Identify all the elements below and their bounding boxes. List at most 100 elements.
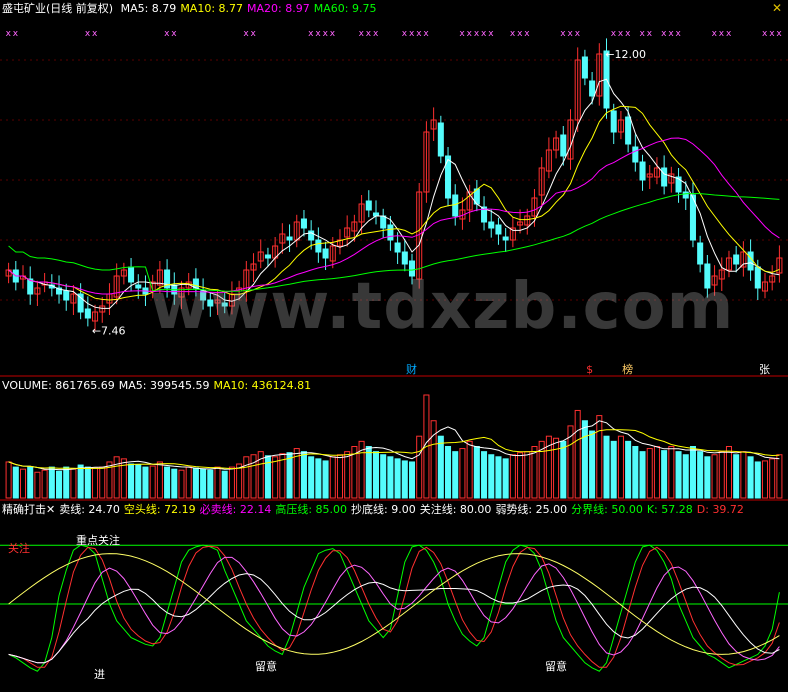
indicator-annotation: 关注 [8,541,30,555]
volume-bar [452,451,459,499]
volume-bar [718,451,725,499]
volume-bar [336,454,343,499]
volume-bar [41,469,48,499]
volume-bar [574,409,581,499]
candle-body [135,284,142,289]
volume-bar [34,471,41,499]
candle-body [322,248,329,259]
candle-body [625,116,632,145]
volume-bar [459,448,466,499]
volume-bar [408,461,416,499]
volume-bar [769,458,776,499]
signal-mark: x [567,29,573,39]
watermark: www.tdxzb.com [150,270,735,344]
volume-bar [603,435,610,499]
volume-bar [236,463,243,499]
candle-body [300,218,307,229]
volume-bar [113,456,120,499]
volume-bar [171,468,178,499]
chart-canvas[interactable]: ←12.00←7.46x x x x x x x x x x x x x x x x x x x x x x x x x x x x x… [0,0,788,692]
candle-body [747,251,754,271]
signal-mark: x [640,29,646,39]
volume-bar [589,430,596,499]
signal-mark: x [416,29,422,39]
candle-body [63,290,70,301]
signal-mark: x [402,29,408,39]
signal-mark: x [488,29,494,39]
volume-bar [668,446,675,499]
candle-body [286,236,293,241]
candle-body [387,224,394,241]
volume-bar [228,466,235,499]
volume-bar [682,454,689,499]
volume-bar [401,460,408,499]
volume-bar [200,468,207,499]
signal-mark: x [575,29,581,39]
volume-bar [128,463,135,499]
candle-body [560,134,567,157]
volume-bar [617,435,624,499]
volume-bar [473,446,480,499]
candle-body [84,308,91,319]
signal-mark: x [676,29,682,39]
volume-bar [747,456,754,499]
candle-body [661,167,668,187]
volume-bar [286,452,293,499]
signal-mark: x [13,29,19,39]
signal-mark: x [560,29,566,39]
volume-bar [697,451,704,499]
volume-bar [704,456,711,499]
volume-bar [581,420,588,499]
volume-bar [675,451,682,499]
volume-bar [711,454,718,499]
signal-mark: x [618,29,624,39]
volume-bar [625,440,632,499]
candle-body [401,251,408,265]
signal-mark: x [171,29,177,39]
signal-mark: x [373,29,379,39]
candle-body [264,254,271,259]
volume-bar [322,460,329,499]
volume-bar [164,466,171,499]
indicator-annotation: 留意 [255,659,277,673]
volume-bar [92,467,99,499]
indicator-annotation: 进 [94,668,105,681]
volume-bar [84,466,91,499]
volume-bar [725,446,732,499]
volume-bar [488,454,495,499]
event-tag: 张 [759,363,770,376]
signal-mark: x [423,29,429,39]
signal-mark: x [315,29,321,39]
volume-bar [12,466,19,499]
signal-mark: x [647,29,653,39]
candle-body [315,239,322,253]
volume-bar [99,466,106,499]
signal-mark: x [517,29,523,39]
signal-mark: x [6,29,12,39]
volume-bar [517,452,524,499]
signal-mark: x [308,29,314,39]
volume-bar [502,458,509,499]
indicator-annotation: 重点关注 [76,533,120,547]
volume-bar [639,451,646,499]
volume-bar [416,435,423,499]
signal-mark: x [243,29,249,39]
signal-mark: x [524,29,530,39]
signal-mark: x [510,29,516,39]
volume-bar [185,466,192,499]
volume-bar [733,454,740,499]
signal-mark: x [323,29,329,39]
volume-bar [250,454,257,499]
volume-bar [653,446,660,499]
signal-mark: x [459,29,465,39]
volume-bar [149,465,156,499]
volume-bar [178,469,185,499]
volume-bar [560,440,567,499]
volume-bar [437,435,444,499]
indicator-annotation: 留意 [545,659,567,673]
volume-bar [243,456,250,499]
candle-body [495,224,502,235]
candle-body [502,236,509,241]
volume-bar [754,461,761,499]
signal-mark: x [712,29,718,39]
